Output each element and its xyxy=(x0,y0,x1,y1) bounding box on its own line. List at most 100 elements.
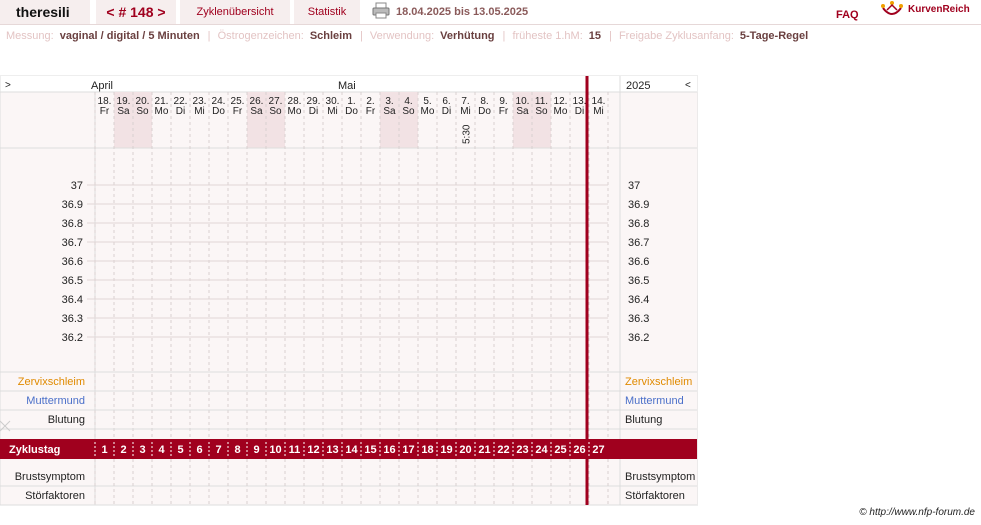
temp-label-right: 36.9 xyxy=(628,199,649,211)
copyright: © http://www.nfp-forum.de xyxy=(859,507,975,518)
cycle-day-number[interactable]: 25 xyxy=(554,444,566,456)
month-label: April xyxy=(91,80,113,92)
cycle-day-number[interactable]: 26 xyxy=(573,444,585,456)
cycle-day-number[interactable]: 7 xyxy=(215,444,221,456)
cycle-day-number[interactable]: 14 xyxy=(345,444,358,456)
year-label: 2025 xyxy=(626,80,650,92)
day-weekday: Mo xyxy=(155,106,169,117)
row-label-disturbances-right: Störfaktoren xyxy=(625,490,685,502)
row-label-bleeding: Blutung xyxy=(48,414,85,426)
day-weekday: Di xyxy=(176,106,185,117)
setting-value: 15 xyxy=(588,30,602,42)
row-label-breast-symptom-right: Brustsymptom xyxy=(625,471,695,483)
day-weekday: Fr xyxy=(366,106,376,117)
cycle-day-number[interactable]: 20 xyxy=(459,444,471,456)
setting-value: 5-Tage-Regel xyxy=(739,30,809,42)
row-label-bleeding-right: Blutung xyxy=(625,414,662,426)
cycle-day-number[interactable]: 21 xyxy=(478,444,490,456)
cycle-navigator[interactable]: < # 148 > xyxy=(96,0,176,24)
day-weekday: Mi xyxy=(593,106,604,117)
setting-key: früheste 1.hM: xyxy=(512,30,583,42)
day-weekday: So xyxy=(269,106,282,117)
logo-text: KurvenReich xyxy=(908,4,970,15)
printer-icon[interactable] xyxy=(372,0,390,24)
temp-label-right: 36.6 xyxy=(628,256,649,268)
day-weekday: Sa xyxy=(516,106,529,117)
cycle-day-number[interactable]: 17 xyxy=(402,444,414,456)
day-weekday: So xyxy=(136,106,149,117)
cycle-day-number[interactable]: 1 xyxy=(101,444,107,456)
cycle-day-number[interactable]: 12 xyxy=(307,444,319,456)
setting-key: Verwendung: xyxy=(369,30,435,42)
cycle-day-number[interactable]: 3 xyxy=(139,444,145,456)
temp-label-left: 36.3 xyxy=(62,313,83,325)
crown-logo-icon xyxy=(881,1,903,15)
cycle-day-number[interactable]: 9 xyxy=(253,444,259,456)
faq-link[interactable]: FAQ xyxy=(836,3,859,27)
day-weekday: So xyxy=(535,106,548,117)
cycle-day-number[interactable]: 22 xyxy=(497,444,509,456)
cycle-day-number[interactable]: 2 xyxy=(120,444,126,456)
nav-prev-arrow[interactable]: > xyxy=(5,80,11,91)
tab-cycle-overview[interactable]: Zyklenübersicht xyxy=(180,0,290,24)
row-label-disturbances: Störfaktoren xyxy=(25,490,85,502)
temp-label-left: 36.7 xyxy=(62,237,83,249)
cycle-day-number[interactable]: 13 xyxy=(326,444,338,456)
day-weekday: Di xyxy=(575,106,584,117)
day-weekday: Fr xyxy=(233,106,243,117)
setting-key: Östrogenzeichen: xyxy=(217,30,304,42)
day-weekday: Sa xyxy=(117,106,130,117)
cycle-day-number[interactable]: 18 xyxy=(421,444,433,456)
cycle-day-number[interactable]: 5 xyxy=(177,444,183,456)
temp-label-left: 36.2 xyxy=(62,332,83,344)
day-weekday: Mo xyxy=(421,106,435,117)
day-weekday: Di xyxy=(309,106,318,117)
cycle-day-number[interactable]: 4 xyxy=(158,444,165,456)
day-weekday: Mo xyxy=(554,106,568,117)
day-weekday: Sa xyxy=(250,106,263,117)
temp-label-left: 36.9 xyxy=(62,199,83,211)
day-weekday: Sa xyxy=(383,106,396,117)
day-weekday: So xyxy=(402,106,415,117)
cycle-chart[interactable]: > <2025April Mai18.Fr19.Sa20.So21.Mo22.Di2… xyxy=(0,75,700,507)
row-label-cervical-mucus: Zervixschleim xyxy=(18,376,85,388)
day-weekday: Mi xyxy=(194,106,205,117)
tab-statistics[interactable]: Statistik xyxy=(294,0,360,24)
temp-label-right: 36.7 xyxy=(628,237,649,249)
cycle-day-number[interactable]: 24 xyxy=(535,444,548,456)
cycle-day-number[interactable]: 8 xyxy=(234,444,240,456)
temp-label-left: 36.4 xyxy=(62,294,83,306)
logo[interactable]: KurvenReich xyxy=(880,0,981,24)
date-range: 18.04.2025 bis 13.05.2025 xyxy=(396,6,529,18)
cycle-day-number[interactable]: 27 xyxy=(592,444,604,456)
username[interactable]: theresili xyxy=(0,0,90,24)
temp-label-right: 36.5 xyxy=(628,275,649,287)
setting-key: Messung: xyxy=(6,30,54,42)
temp-label-left: 36.8 xyxy=(62,218,83,230)
cycle-day-number[interactable]: 6 xyxy=(196,444,202,456)
day-weekday: Mi xyxy=(327,106,338,117)
day-weekday: Mo xyxy=(288,106,302,117)
cycle-day-number[interactable]: 11 xyxy=(289,444,301,456)
day-weekday: Fr xyxy=(499,106,509,117)
day-weekday: Di xyxy=(442,106,451,117)
day-weekday: Mi xyxy=(460,106,471,117)
cycle-day-number[interactable]: 10 xyxy=(269,444,281,456)
cycle-day-number[interactable]: 19 xyxy=(440,444,452,456)
nav-next-arrow[interactable]: < xyxy=(685,80,691,91)
row-label-cervix-right: Muttermund xyxy=(625,395,684,407)
measurement-time: 5:30 xyxy=(462,124,473,144)
setting-value: Verhütung xyxy=(440,30,495,42)
month-label: Mai xyxy=(338,80,356,92)
temp-label-left: 36.6 xyxy=(62,256,83,268)
temp-label-right: 36.2 xyxy=(628,332,649,344)
day-weekday: Do xyxy=(478,106,491,117)
cycle-day-number[interactable]: 23 xyxy=(516,444,528,456)
row-label-cervical-mucus-right: Zervixschleim xyxy=(625,376,692,388)
cycle-day-number[interactable]: 16 xyxy=(383,444,395,456)
setting-key: Freigabe Zyklusanfang: xyxy=(618,30,734,42)
temp-label-right: 36.8 xyxy=(628,218,649,230)
settings-bar: Messung: vaginal / digital / 5 Minuten | Ö… xyxy=(6,30,809,42)
cycle-day-number[interactable]: 15 xyxy=(364,444,376,456)
temp-label-left: 37 xyxy=(71,180,83,192)
